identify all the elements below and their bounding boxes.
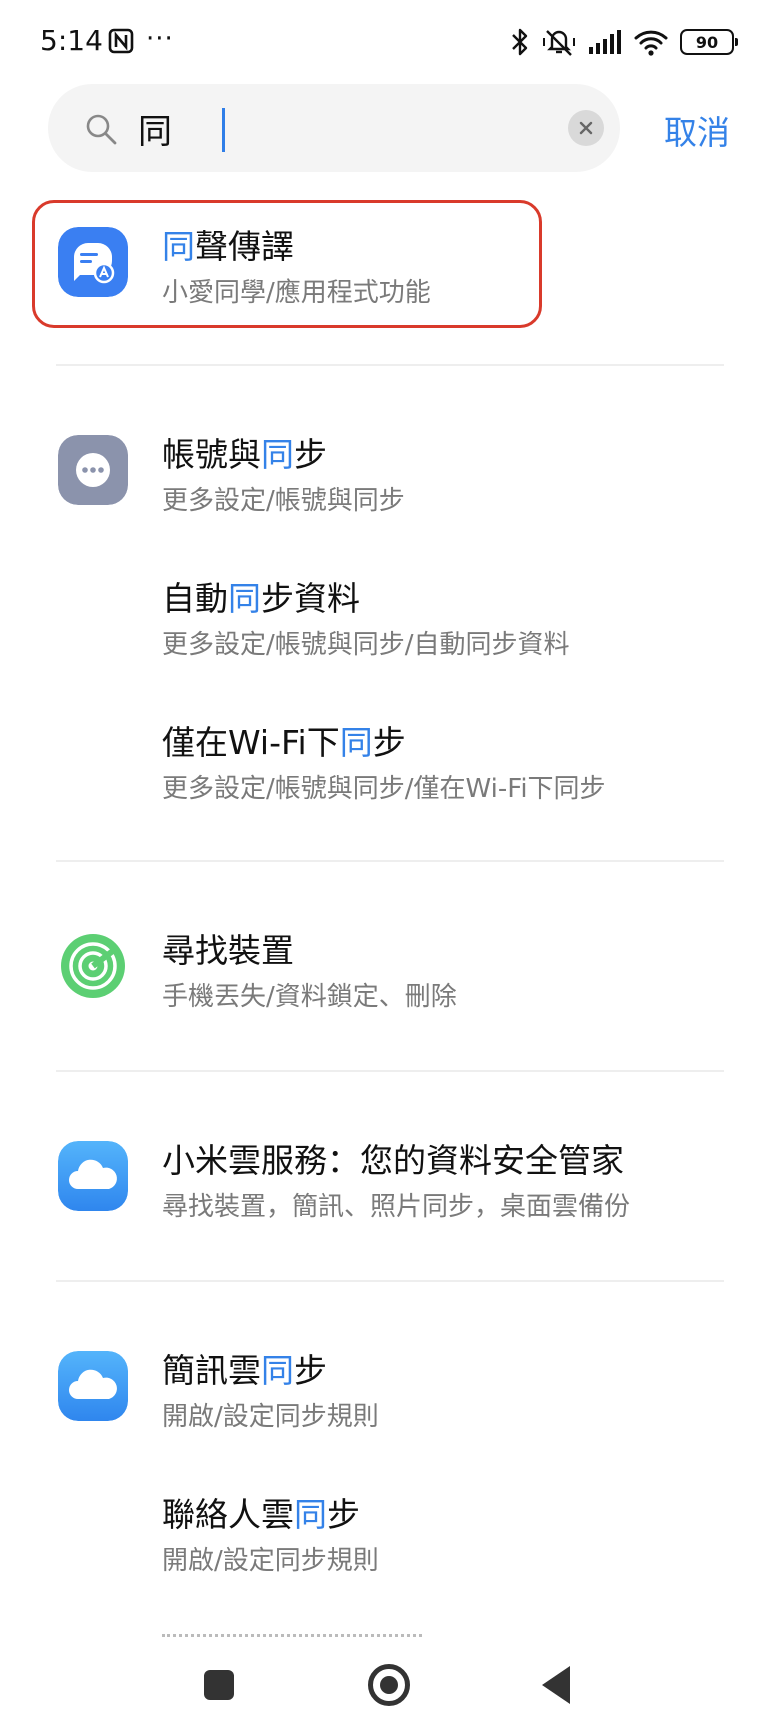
clear-search-button[interactable] xyxy=(568,110,604,146)
result-title: 簡訊雲同步 xyxy=(162,1351,327,1390)
mute-vibrate-icon xyxy=(543,30,575,56)
battery-level: 90 xyxy=(695,32,719,52)
result-title: 小米雲服務：您的資料安全管家 xyxy=(162,1141,624,1180)
status-icons: 90 xyxy=(510,24,738,60)
more-circle-icon xyxy=(58,435,128,505)
status-bar: 5:14 ··· 90 xyxy=(0,0,780,86)
result-title: 僅在Wi-Fi下同步 xyxy=(162,723,406,762)
search-icon xyxy=(86,114,117,145)
result-title: 自動同步資料 xyxy=(162,579,360,618)
status-time: 5:14 xyxy=(40,24,103,57)
result-subtitle: 尋找裝置，簡訊、照片同步，桌面雲備份 xyxy=(162,1192,631,1222)
search-input[interactable] xyxy=(138,102,518,154)
navigation-bar xyxy=(0,1640,780,1734)
bluetooth-icon xyxy=(512,28,528,56)
result-item-contacts-cloud-sync[interactable]: 聯絡人雲同步 開啟/設定同步規則 xyxy=(0,1466,780,1596)
recents-icon[interactable] xyxy=(204,1670,234,1700)
nfc-icon xyxy=(108,28,134,54)
search-bar[interactable] xyxy=(48,84,620,172)
result-subtitle: 更多設定/帳號與同步/僅在Wi-Fi下同步 xyxy=(162,774,606,804)
result-item-auto-sync[interactable]: 自動同步資料 更多設定/帳號與同步/自動同步資料 xyxy=(0,550,780,680)
wifi-icon xyxy=(634,30,668,56)
cloud-icon xyxy=(58,1141,128,1211)
translate-icon xyxy=(58,227,128,297)
find-device-icon xyxy=(61,934,125,998)
cloud-icon xyxy=(58,1351,128,1421)
result-subtitle: 小愛同學/應用程式功能 xyxy=(162,278,431,308)
divider xyxy=(56,860,724,862)
result-item-sms-cloud-sync[interactable]: 簡訊雲同步 開啟/設定同步規則 xyxy=(0,1322,780,1452)
signal-icon xyxy=(589,30,621,54)
result-subtitle: 更多設定/帳號與同步 xyxy=(162,486,405,516)
close-icon xyxy=(579,121,593,135)
divider xyxy=(56,364,724,366)
home-icon[interactable] xyxy=(368,1664,410,1706)
battery-indicator: 90 xyxy=(680,29,738,55)
result-title: 聯絡人雲同步 xyxy=(162,1495,360,1534)
result-item-simultaneous-interpretation[interactable]: 同聲傳譯 小愛同學/應用程式功能 xyxy=(0,198,780,328)
result-title: 同聲傳譯 xyxy=(162,227,294,266)
result-item-mi-cloud[interactable]: 小米雲服務：您的資料安全管家 尋找裝置，簡訊、照片同步，桌面雲備份 xyxy=(0,1112,780,1242)
divider xyxy=(56,1070,724,1072)
result-item-account-sync[interactable]: 帳號與同步 更多設定/帳號與同步 xyxy=(0,406,780,536)
back-icon[interactable] xyxy=(542,1666,570,1704)
result-subtitle: 開啟/設定同步規則 xyxy=(162,1402,379,1432)
text-caret xyxy=(222,108,225,152)
result-item-wifi-only-sync[interactable]: 僅在Wi-Fi下同步 更多設定/帳號與同步/僅在Wi-Fi下同步 xyxy=(0,694,780,824)
result-title: 尋找裝置 xyxy=(162,931,294,970)
cancel-button[interactable]: 取消 xyxy=(664,106,730,154)
result-subtitle: 開啟/設定同步規則 xyxy=(162,1546,379,1576)
result-subtitle: 更多設定/帳號與同步/自動同步資料 xyxy=(162,630,570,660)
clipped-next-result xyxy=(162,1630,422,1640)
divider xyxy=(56,1280,724,1282)
more-dots-icon: ··· xyxy=(146,24,174,54)
result-item-find-device[interactable]: 尋找裝置 手機丟失/資料鎖定、刪除 xyxy=(0,902,780,1032)
result-subtitle: 手機丟失/資料鎖定、刪除 xyxy=(162,982,457,1012)
result-title: 帳號與同步 xyxy=(162,435,327,474)
